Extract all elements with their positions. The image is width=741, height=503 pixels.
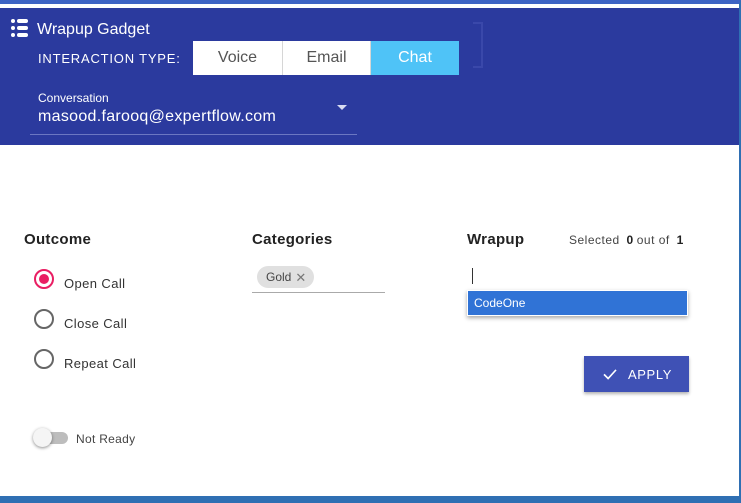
selected-total-value: 1 (676, 233, 684, 247)
interaction-type-label: INTERACTION TYPE: (38, 51, 181, 66)
radio-close-call[interactable] (34, 309, 54, 329)
selected-count: Selected 0 out of 1 (569, 233, 687, 247)
tab-email[interactable]: Email (283, 41, 371, 75)
apply-button[interactable]: APPLY (584, 356, 689, 392)
tab-chat[interactable]: Chat (371, 41, 459, 75)
category-chip: Gold ✕ (257, 266, 315, 288)
conversation-label: Conversation (38, 91, 109, 105)
chevron-down-icon[interactable] (337, 105, 347, 110)
wrapup-input[interactable] (467, 266, 687, 290)
outcome-title: Outcome (24, 231, 92, 248)
categories-title: Categories (252, 231, 333, 248)
not-ready-label: Not Ready (76, 432, 136, 446)
not-ready-toggle[interactable] (33, 428, 52, 447)
radio-label-close-call[interactable]: Close Call (64, 316, 127, 331)
header: Wrapup Gadget INTERACTION TYPE: Voice Em… (0, 8, 739, 145)
app-title: Wrapup Gadget (37, 21, 150, 38)
radio-label-open-call[interactable]: Open Call (64, 276, 125, 291)
selected-mid: out of (636, 233, 670, 247)
menu-icon[interactable] (11, 19, 28, 38)
apply-label: APPLY (628, 366, 672, 382)
category-chip-label: Gold (266, 270, 292, 284)
radio-repeat-call[interactable] (34, 349, 54, 369)
radio-open-call[interactable] (34, 269, 54, 289)
conversation-select[interactable]: Conversation masood.farooq@expertflow.co… (30, 88, 357, 135)
interaction-type-tabs: Voice Email Chat (193, 41, 459, 75)
selected-count-value: 0 (626, 233, 634, 247)
decorative-bracket (473, 22, 483, 68)
selected-prefix: Selected (569, 233, 620, 247)
dropdown-item-codeone[interactable]: CodeOne (468, 291, 687, 315)
wrapup-title: Wrapup (467, 231, 525, 248)
categories-input[interactable]: Gold ✕ (252, 262, 385, 293)
text-cursor (472, 268, 473, 284)
check-icon (603, 369, 617, 380)
wrapup-dropdown: CodeOne (467, 290, 688, 316)
radio-label-repeat-call[interactable]: Repeat Call (64, 356, 136, 371)
tab-voice[interactable]: Voice (193, 41, 283, 75)
conversation-value: masood.farooq@expertflow.com (38, 108, 277, 125)
gadget-frame: Wrapup Gadget INTERACTION TYPE: Voice Em… (0, 0, 741, 503)
close-icon[interactable]: ✕ (295, 271, 306, 284)
footer-bar (0, 496, 741, 503)
